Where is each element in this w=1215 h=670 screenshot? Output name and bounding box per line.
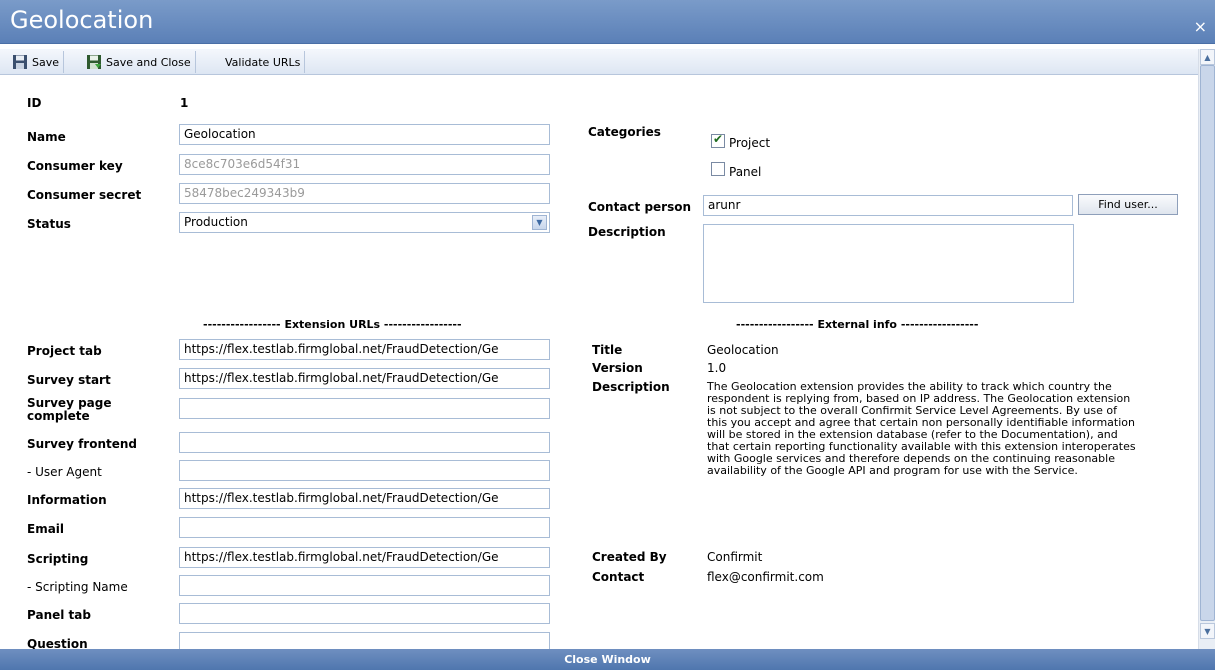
information-input[interactable]: https://flex.testlab.firmglobal.net/Frau…: [179, 488, 550, 509]
contact-label: Contact: [592, 570, 645, 584]
ext-description-value: The Geolocation extension provides the a…: [707, 380, 1136, 477]
title-bar: Geolocation ×: [0, 0, 1215, 44]
ext-description-label: Description: [592, 380, 670, 394]
scroll-thumb[interactable]: [1200, 65, 1215, 621]
scripting-label: Scripting: [27, 552, 89, 566]
find-user-button[interactable]: Find user...: [1078, 194, 1178, 215]
contact-value: flex@confirmit.com: [707, 570, 824, 584]
ext-title-value: Geolocation: [707, 343, 779, 357]
project-tab-input[interactable]: https://flex.testlab.firmglobal.net/Frau…: [179, 339, 550, 360]
category-panel-checkbox[interactable]: [711, 162, 725, 176]
panel-tab-label: Panel tab: [27, 608, 91, 622]
close-icon[interactable]: ×: [1194, 17, 1207, 36]
scripting-input[interactable]: https://flex.testlab.firmglobal.net/Frau…: [179, 547, 550, 568]
window-title: Geolocation: [10, 6, 154, 34]
survey-page-complete-input[interactable]: [179, 398, 550, 419]
id-label: ID: [27, 96, 42, 110]
consumer-key-input[interactable]: 8ce8c703e6d54f31: [179, 154, 550, 175]
ext-version-label: Version: [592, 361, 643, 375]
scroll-down-icon[interactable]: ▼: [1200, 623, 1215, 639]
description-textarea[interactable]: [703, 224, 1074, 303]
save-button[interactable]: Save: [8, 51, 65, 73]
category-project-label: Project: [729, 136, 771, 150]
scripting-name-input[interactable]: [179, 575, 550, 596]
save-and-close-label: Save and Close: [106, 55, 191, 69]
floppy-disk-icon: [13, 55, 27, 69]
save-and-close-button[interactable]: Save and Close: [82, 51, 196, 73]
status-label: Status: [27, 217, 71, 231]
consumer-key-label: Consumer key: [27, 159, 123, 173]
category-project-checkbox[interactable]: [711, 132, 725, 148]
status-value: Production: [184, 215, 248, 229]
created-by-value: Confirmit: [707, 550, 763, 564]
contact-person-label: Contact person: [588, 200, 692, 214]
email-label: Email: [27, 522, 65, 536]
contact-person-input[interactable]: arunr: [703, 195, 1073, 216]
survey-frontend-input[interactable]: [179, 432, 550, 453]
toolbar: Save Save and Close Validate URLs: [0, 49, 1215, 75]
status-select[interactable]: Production ▼: [179, 212, 550, 233]
consumer-secret-label: Consumer secret: [27, 188, 142, 202]
consumer-secret-input[interactable]: 58478bec249343b9: [179, 183, 550, 204]
survey-page-complete-label: Survey page complete: [27, 396, 112, 423]
question-label: Question: [27, 637, 88, 649]
created-by-label: Created By: [592, 550, 667, 564]
extension-urls-header: ----------------- Extension URLs -------…: [203, 318, 462, 331]
id-value: 1: [180, 96, 189, 110]
chevron-down-icon[interactable]: ▼: [532, 215, 547, 230]
email-input[interactable]: [179, 517, 550, 538]
project-tab-label: Project tab: [27, 344, 102, 358]
name-label: Name: [27, 130, 66, 144]
survey-frontend-label: Survey frontend: [27, 437, 137, 451]
vertical-scrollbar[interactable]: ▲ ▼: [1198, 49, 1215, 649]
validate-urls-label: Validate URLs: [225, 55, 301, 69]
ext-version-value: 1.0: [707, 361, 727, 375]
close-window-button[interactable]: Close Window: [0, 649, 1215, 670]
question-input[interactable]: [179, 632, 550, 649]
external-info-header: ----------------- External info --------…: [736, 318, 979, 331]
ext-title-label: Title: [592, 343, 623, 357]
information-label: Information: [27, 493, 107, 507]
scroll-up-icon[interactable]: ▲: [1200, 49, 1215, 65]
description-label: Description: [588, 225, 666, 239]
user-agent-label: - User Agent: [27, 465, 102, 479]
category-panel-label: Panel: [729, 165, 762, 179]
panel-tab-input[interactable]: [179, 603, 550, 624]
categories-label: Categories: [588, 125, 661, 139]
save-close-icon: [87, 55, 101, 69]
validate-urls-button[interactable]: Validate URLs: [221, 51, 306, 73]
form-content: ID 1 Name Geolocation Consumer key 8ce8c…: [0, 76, 1198, 649]
name-input[interactable]: Geolocation: [179, 124, 550, 145]
survey-start-input[interactable]: https://flex.testlab.firmglobal.net/Frau…: [179, 368, 550, 389]
scripting-name-label: - Scripting Name: [27, 580, 128, 594]
user-agent-input[interactable]: [179, 460, 550, 481]
survey-start-label: Survey start: [27, 373, 111, 387]
save-label: Save: [32, 55, 60, 69]
